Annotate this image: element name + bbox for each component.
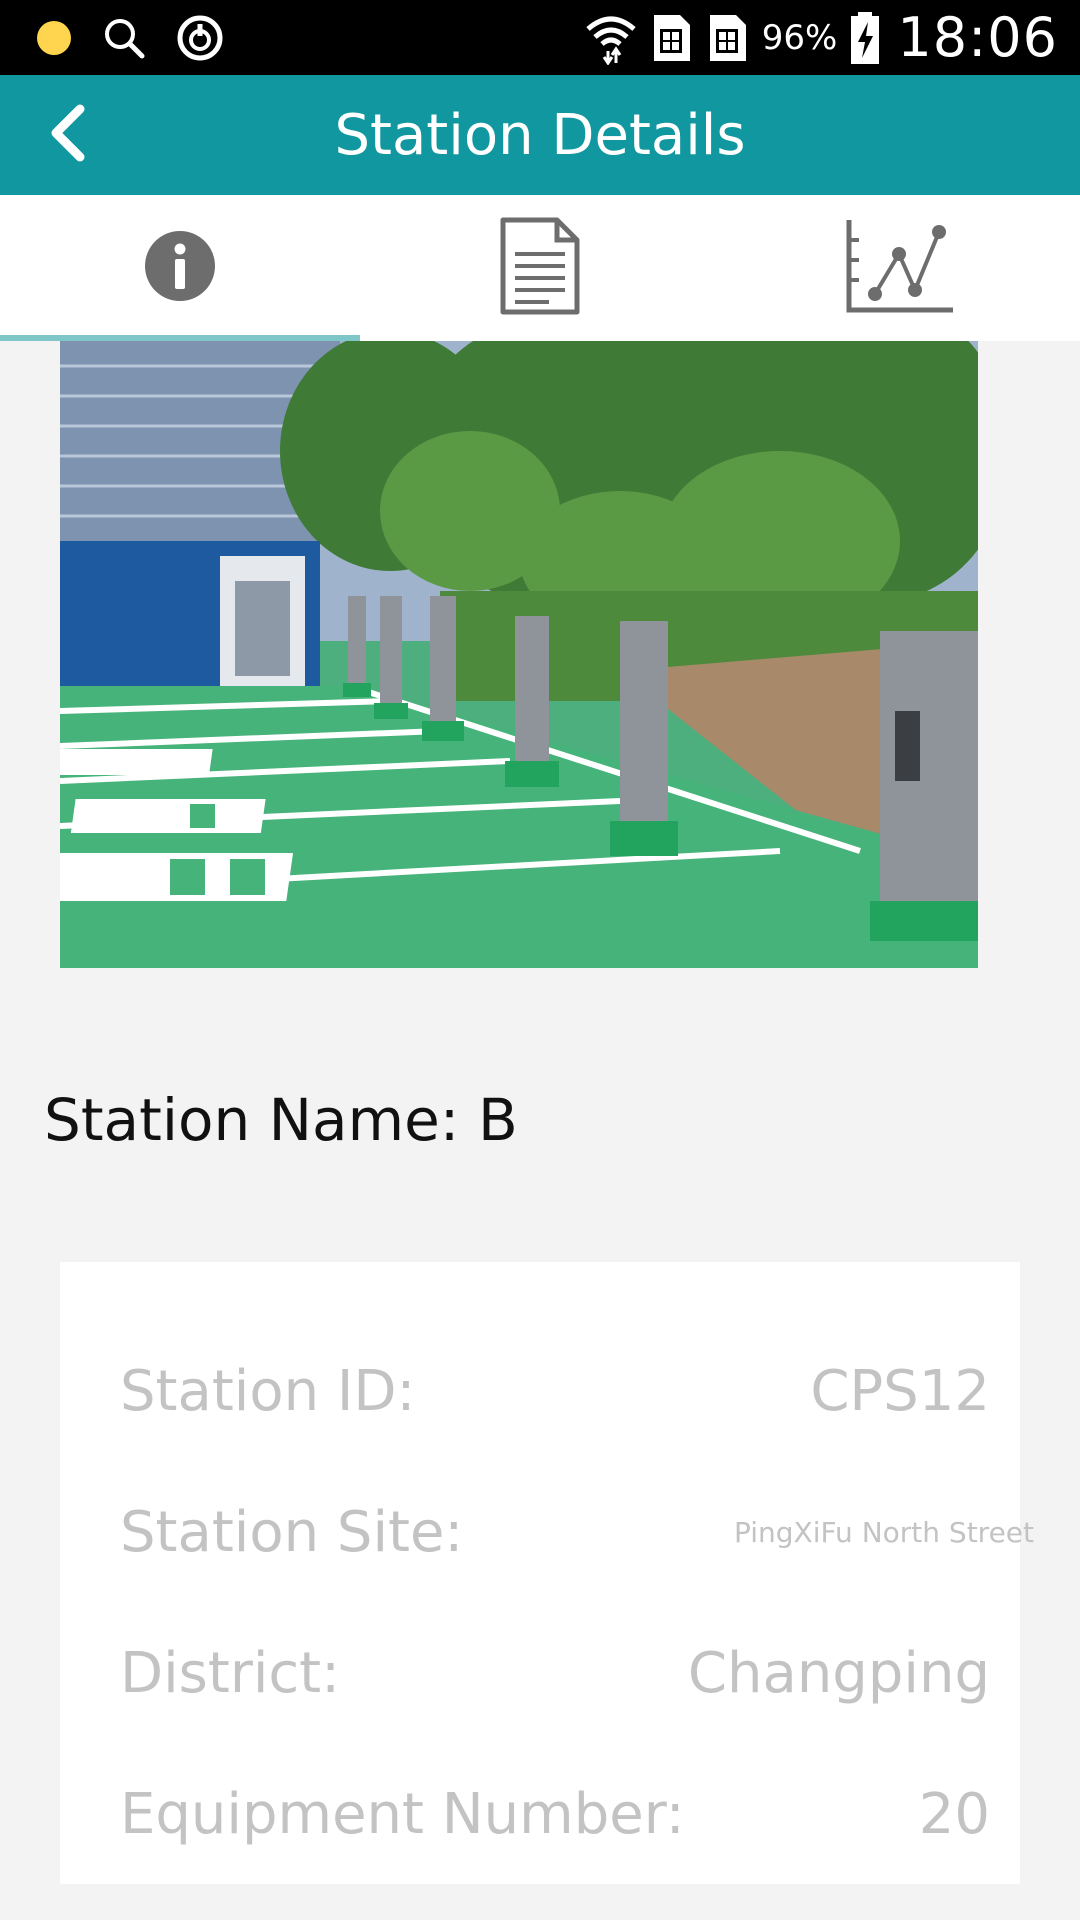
- station-site-label: Station Site:: [120, 1499, 464, 1565]
- wifi-icon: [584, 11, 638, 65]
- equipment-number-value: 20: [918, 1781, 990, 1847]
- clock: 18:06: [897, 6, 1058, 69]
- station-details-card: Station ID: CPS12 Station Site: PingXiFu…: [60, 1262, 1034, 1884]
- status-right-icons: 96% 18:06: [584, 0, 1058, 75]
- search-icon: [102, 16, 146, 60]
- battery-percent: 96%: [761, 17, 838, 58]
- station-name-label: Station Name:: [44, 1086, 460, 1154]
- district-label: District:: [120, 1640, 341, 1706]
- station-name-value: B: [478, 1086, 518, 1154]
- station-id-label: Station ID:: [120, 1358, 416, 1424]
- sim1-icon: [650, 11, 694, 65]
- station-photo: [60, 341, 978, 968]
- equipment-number-label: Equipment Number:: [120, 1781, 685, 1847]
- power-icon: [176, 14, 224, 62]
- app-bar: Station Details: [0, 75, 1080, 195]
- district-row: District: Changping: [120, 1628, 990, 1718]
- district-value: Changping: [687, 1640, 990, 1706]
- sim2-icon: [706, 11, 750, 65]
- tab-bar: [0, 195, 1080, 341]
- station-site-row: Station Site: PingXiFu North Street: [120, 1487, 1034, 1577]
- status-bar: 96% 18:06: [0, 0, 1080, 75]
- station-id-value: CPS12: [810, 1358, 990, 1424]
- station-id-row: Station ID: CPS12: [120, 1346, 990, 1436]
- battery-charging-icon: [849, 10, 881, 66]
- back-button[interactable]: [30, 97, 106, 173]
- station-site-value: PingXiFu North Street: [733, 1515, 1034, 1549]
- line-chart-icon: [845, 218, 955, 318]
- chevron-left-icon: [46, 103, 90, 167]
- document-icon: [499, 216, 581, 320]
- status-left-icons: [36, 12, 224, 64]
- equipment-number-row: Equipment Number: 20: [120, 1769, 990, 1859]
- tab-document[interactable]: [360, 195, 720, 341]
- tab-chart[interactable]: [720, 195, 1080, 341]
- notification-dot-icon: [36, 20, 72, 56]
- info-icon: [144, 230, 216, 306]
- page-title: Station Details: [334, 102, 746, 168]
- tab-info[interactable]: [0, 195, 360, 341]
